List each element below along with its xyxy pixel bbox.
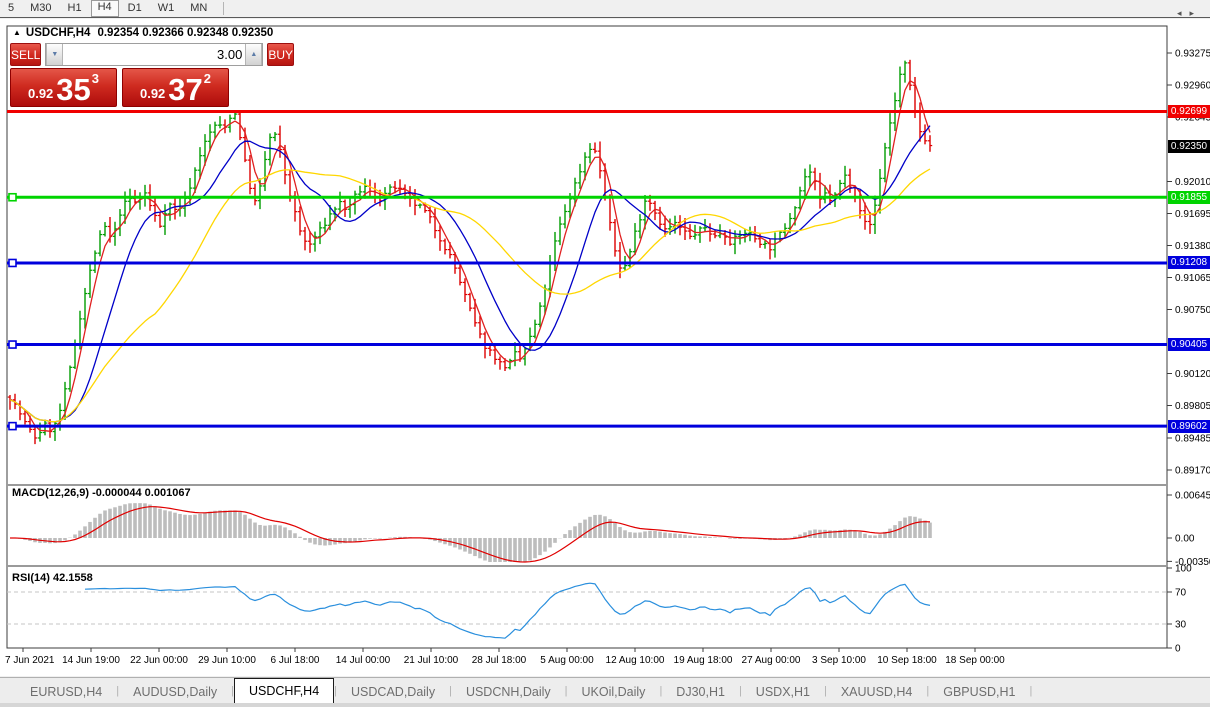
- timeframe-button-h4[interactable]: H4: [90, 0, 119, 17]
- ma-line: [9, 125, 931, 423]
- timeframe-button-d1[interactable]: D1: [121, 1, 149, 16]
- toolbar-separator: [223, 2, 225, 15]
- svg-text:5 Aug 00:00: 5 Aug 00:00: [540, 655, 594, 666]
- svg-text:12 Aug 10:00: 12 Aug 10:00: [606, 655, 665, 666]
- svg-text:10 Sep 18:00: 10 Sep 18:00: [877, 655, 937, 666]
- svg-text:0.90120: 0.90120: [1175, 369, 1210, 380]
- ma-line: [9, 80, 931, 432]
- svg-text:0.00: 0.00: [1175, 534, 1195, 545]
- timeframe-button-w1[interactable]: W1: [151, 1, 182, 16]
- volume-input[interactable]: [63, 44, 246, 65]
- volume-increase-button[interactable]: ▲: [245, 44, 263, 65]
- buy-price-big-digits: 37: [168, 71, 203, 107]
- svg-text:0.90750: 0.90750: [1175, 305, 1210, 316]
- sell-price-pip-digit: 3: [91, 71, 100, 86]
- rsi-indicator-label: RSI(14) 42.1558: [12, 572, 93, 584]
- svg-text:0.006451: 0.006451: [1175, 490, 1210, 501]
- chart-tab-usdcnh[interactable]: USDCNH,Daily: [452, 682, 565, 703]
- svg-text:0.92960: 0.92960: [1175, 80, 1210, 91]
- svg-text:0.92010: 0.92010: [1175, 177, 1210, 188]
- hline-price-badge: 0.91208: [1168, 256, 1210, 270]
- timeframe-button-h1[interactable]: H1: [61, 1, 89, 16]
- svg-text:3 Sep 10:00: 3 Sep 10:00: [812, 655, 866, 666]
- volume-stepper: ▼ ▲: [45, 43, 264, 66]
- macd-indicator-label: MACD(12,26,9) -0.000044 0.001067: [12, 487, 191, 499]
- symbol-tab-bar: EURUSD,H4 | AUDUSD,Daily | USDCHF,H4 | USDCAD,…: [0, 677, 1210, 703]
- buy-price-base: 0.92: [139, 86, 166, 101]
- svg-text:0.89485: 0.89485: [1175, 434, 1210, 445]
- chart-tab-usdcad[interactable]: USDCAD,Daily: [337, 682, 449, 703]
- hline-price-badge: 0.92699: [1168, 105, 1210, 118]
- sell-price-big-digits: 35: [56, 71, 91, 107]
- svg-text:100: 100: [1175, 564, 1192, 575]
- svg-text:18 Sep 00:00: 18 Sep 00:00: [945, 655, 1005, 666]
- timeframe-button-mn[interactable]: MN: [183, 1, 214, 16]
- buy-price-display[interactable]: 0.92 37 2: [122, 68, 229, 107]
- svg-text:70: 70: [1175, 588, 1187, 599]
- window-bottom-strip: [0, 703, 1210, 707]
- tab-scroll-arrows: ◂▸: [1177, 8, 1202, 19]
- volume-decrease-button[interactable]: ▼: [46, 44, 64, 65]
- chart-tab-usdx[interactable]: USDX,H1: [742, 682, 824, 703]
- tab-divider: |: [1029, 684, 1033, 697]
- hline-price-badge: 0.89602: [1168, 419, 1210, 433]
- chart-tab-ukoil[interactable]: UKOil,Daily: [568, 682, 660, 703]
- sell-price-base: 0.92: [27, 86, 54, 101]
- chart-tab-gbpusd[interactable]: GBPUSD,H1: [929, 682, 1029, 703]
- svg-text:22 Jun 00:00: 22 Jun 00:00: [130, 655, 188, 666]
- svg-text:6 Jul 18:00: 6 Jul 18:00: [271, 655, 320, 666]
- timeframe-button-m30[interactable]: M30: [23, 1, 58, 16]
- chart-tab-xauusd[interactable]: XAUUSD,H4: [827, 682, 927, 703]
- svg-text:19 Aug 18:00: 19 Aug 18:00: [674, 655, 733, 666]
- svg-text:30: 30: [1175, 620, 1187, 631]
- svg-text:0.93275: 0.93275: [1175, 49, 1210, 60]
- svg-text:7 Jun 2021: 7 Jun 2021: [5, 655, 55, 666]
- svg-text:0.91065: 0.91065: [1175, 273, 1210, 284]
- current-price-badge: 0.92350: [1168, 140, 1210, 154]
- chart-ohlc-quotes: 0.92354 0.92366 0.92348 0.92350: [97, 27, 274, 39]
- chart-tab-dj30[interactable]: DJ30,H1: [662, 682, 739, 703]
- one-click-trading-panel: SELL ▼ ▲ BUY 0.92353 0.92372: [10, 43, 295, 107]
- svg-text:0.91695: 0.91695: [1175, 209, 1210, 220]
- svg-text:21 Jul 10:00: 21 Jul 10:00: [404, 655, 459, 666]
- svg-text:27 Aug 00:00: 27 Aug 00:00: [742, 655, 801, 666]
- chart-tab-audusd[interactable]: AUDUSD,Daily: [119, 682, 231, 703]
- svg-text:14 Jun 19:00: 14 Jun 19:00: [62, 655, 120, 666]
- hline-price-badge: 0.90405: [1168, 338, 1210, 352]
- svg-text:0.91380: 0.91380: [1175, 241, 1210, 252]
- rsi-line: [84, 582, 931, 639]
- tab-scroll-right-icon[interactable]: ▸: [1189, 8, 1202, 18]
- collapse-triangle-icon[interactable]: ▲: [13, 28, 21, 37]
- timeframe-button-5[interactable]: 5: [1, 1, 21, 16]
- sell-button[interactable]: SELL: [10, 43, 42, 66]
- chart-symbol-label: USDCHF,H4: [25, 27, 91, 39]
- svg-text:28 Jul 18:00: 28 Jul 18:00: [472, 655, 527, 666]
- svg-text:0.89805: 0.89805: [1175, 401, 1210, 412]
- tab-scroll-left-icon[interactable]: ◂: [1177, 8, 1190, 18]
- buy-price-pip-digit: 2: [203, 71, 212, 86]
- chart-tab-usdchf[interactable]: USDCHF,H4: [234, 678, 335, 703]
- chart-header: ▲ USDCHF,H4 0.92354 0.92366 0.92348 0.9235…: [13, 27, 273, 39]
- svg-text:0: 0: [1175, 644, 1181, 655]
- buy-button[interactable]: BUY: [267, 43, 295, 66]
- svg-text:14 Jul 00:00: 14 Jul 00:00: [336, 655, 391, 666]
- sell-price-display[interactable]: 0.92 35 3: [10, 68, 117, 107]
- svg-text:0.89170: 0.89170: [1175, 466, 1210, 477]
- svg-text:29 Jun 10:00: 29 Jun 10:00: [198, 655, 256, 666]
- chart-tab-eurusd[interactable]: EURUSD,H4: [16, 682, 116, 703]
- hline-price-badge: 0.91855: [1168, 190, 1210, 204]
- timeframe-toolbar: 5 M30 H1 H4 D1 W1 MN: [0, 0, 1210, 18]
